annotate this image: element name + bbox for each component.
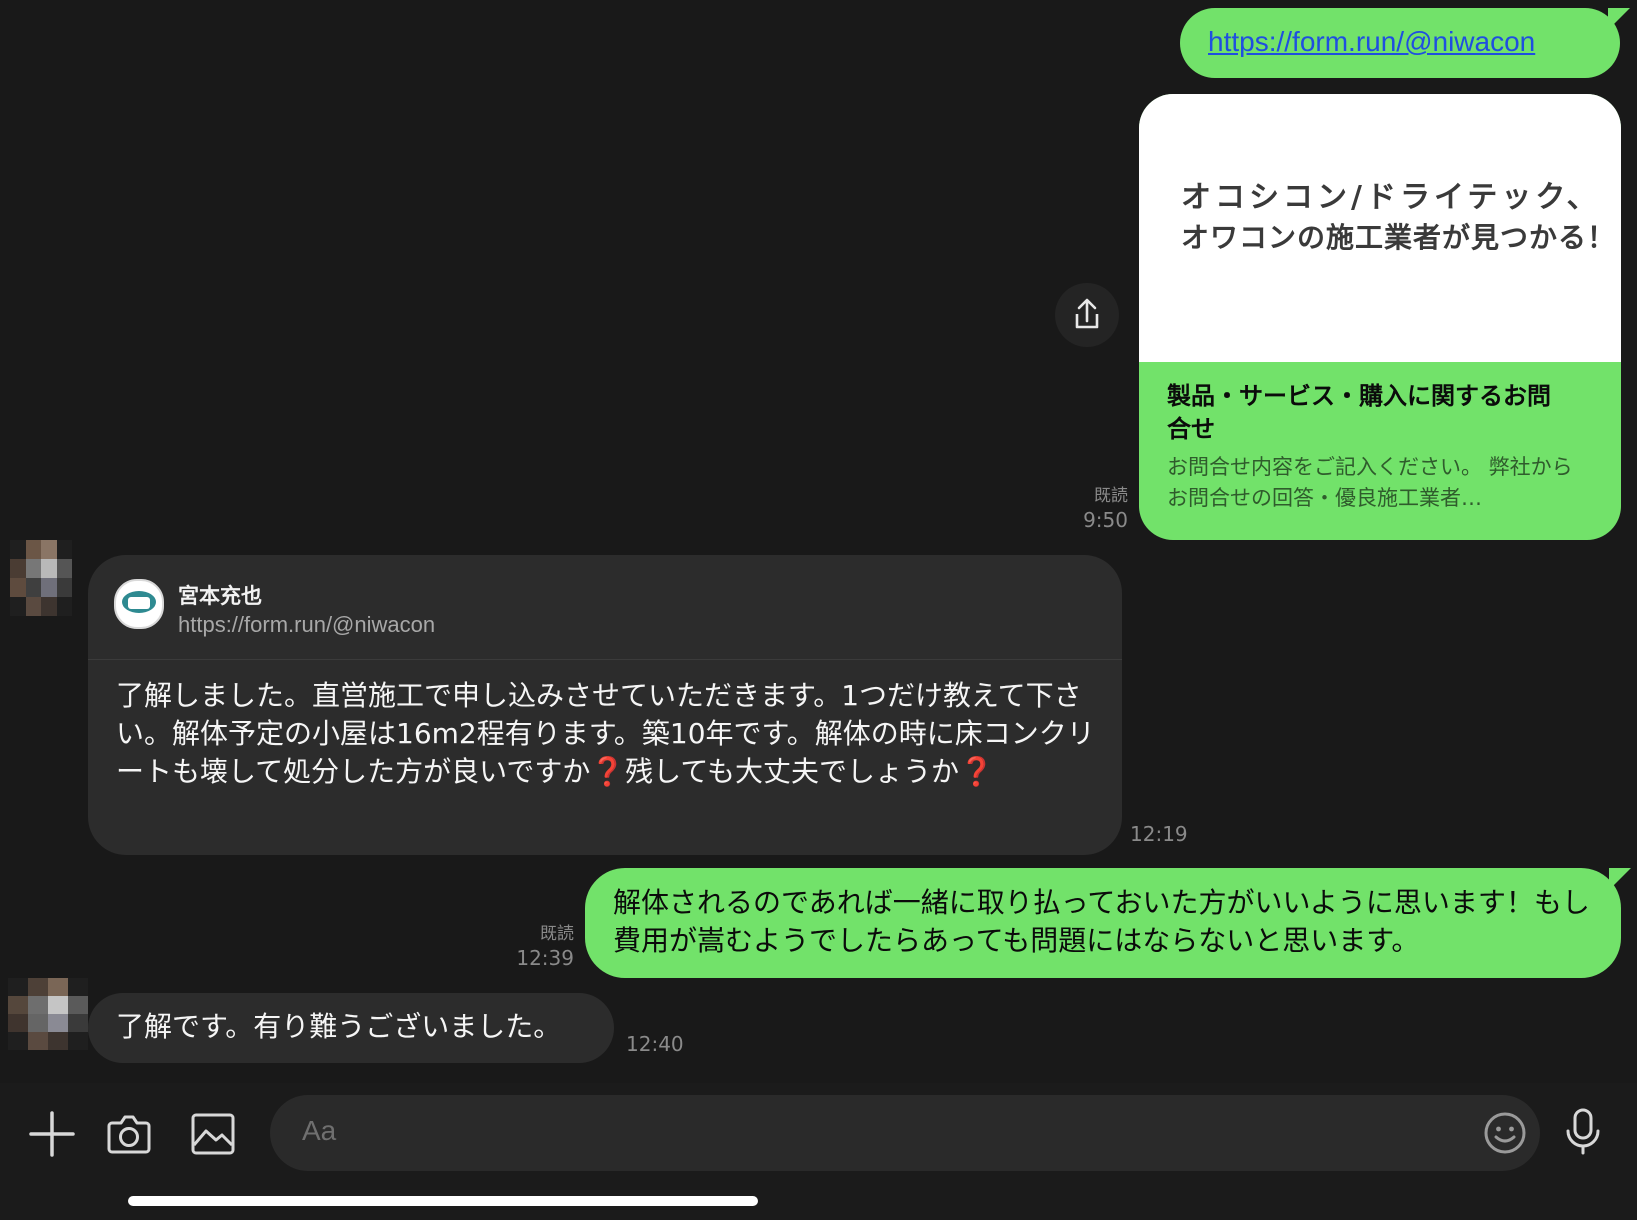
- message-link[interactable]: https://form.run/@niwacon: [1208, 26, 1535, 58]
- quote-url: https://form.run/@niwacon: [178, 612, 436, 637]
- preview-card-description: お問合せ内容をご記入ください。 弊社からお問合せの回答・優良施工業者…: [1167, 455, 1573, 510]
- preview-image: オコシコン/ドライテック、 オワコンの施工業者が見つかる！: [1139, 94, 1621, 362]
- link-preview-card[interactable]: オコシコン/ドライテック、 オワコンの施工業者が見つかる！ 製品・サービス・購入…: [1139, 94, 1621, 540]
- message-input[interactable]: Aa: [270, 1095, 1540, 1171]
- home-indicator: [128, 1196, 758, 1206]
- quote-sender: 宮本充也: [178, 584, 262, 608]
- reply-quote[interactable]: 宮本充也 https://form.run/@niwacon: [88, 555, 1122, 660]
- timestamp: 12:19: [1130, 822, 1188, 846]
- input-placeholder: Aa: [302, 1115, 337, 1146]
- incoming-text-bubble[interactable]: 了解です。有り難うございました。: [88, 993, 614, 1063]
- share-button[interactable]: [1055, 283, 1119, 347]
- message-text: 解体されるのであれば一緒に取り払っておいた方がいいように思います！もし費用が嵩む…: [613, 886, 1590, 957]
- read-receipt: 既読: [540, 924, 574, 944]
- quote-avatar: [114, 579, 164, 629]
- microphone-icon[interactable]: [1560, 1107, 1606, 1157]
- timestamp: 12:39: [516, 946, 574, 970]
- plus-icon[interactable]: [27, 1109, 77, 1159]
- timestamp: 12:40: [626, 1032, 684, 1056]
- preview-banner-line1: オコシコン/ドライテック、: [1181, 180, 1601, 215]
- timestamp: 9:50: [1083, 508, 1128, 532]
- camera-icon[interactable]: [104, 1109, 154, 1159]
- outgoing-text-bubble[interactable]: 解体されるのであれば一緒に取り払っておいた方がいいように思います！もし費用が嵩む…: [585, 868, 1621, 978]
- message-text: 了解しました。直営施工で申し込みさせていただきます。1つだけ教えて下さい。解体予…: [116, 679, 1095, 788]
- emoji-icon[interactable]: [1482, 1110, 1528, 1156]
- incoming-reply-bubble[interactable]: 宮本充也 https://form.run/@niwacon 了解しました。直営…: [88, 555, 1122, 855]
- message-meta-9-50: 既読 9:50: [1060, 484, 1128, 532]
- image-icon[interactable]: [188, 1109, 238, 1159]
- avatar[interactable]: [8, 978, 88, 1050]
- preview-card-title: 製品・サービス・購入に関するお問合せ: [1167, 382, 1551, 443]
- message-meta-12-39: 既読 12:39: [510, 922, 574, 970]
- preview-banner-line2: オワコンの施工業者が見つかる！: [1181, 221, 1617, 254]
- avatar[interactable]: [10, 540, 72, 616]
- input-bar: Aa: [0, 1083, 1637, 1220]
- message-text: 了解です。有り難うございました。: [116, 1010, 562, 1043]
- read-receipt: 既読: [1094, 486, 1128, 506]
- outgoing-link-bubble[interactable]: https://form.run/@niwacon: [1180, 8, 1620, 78]
- share-icon: [1075, 298, 1099, 329]
